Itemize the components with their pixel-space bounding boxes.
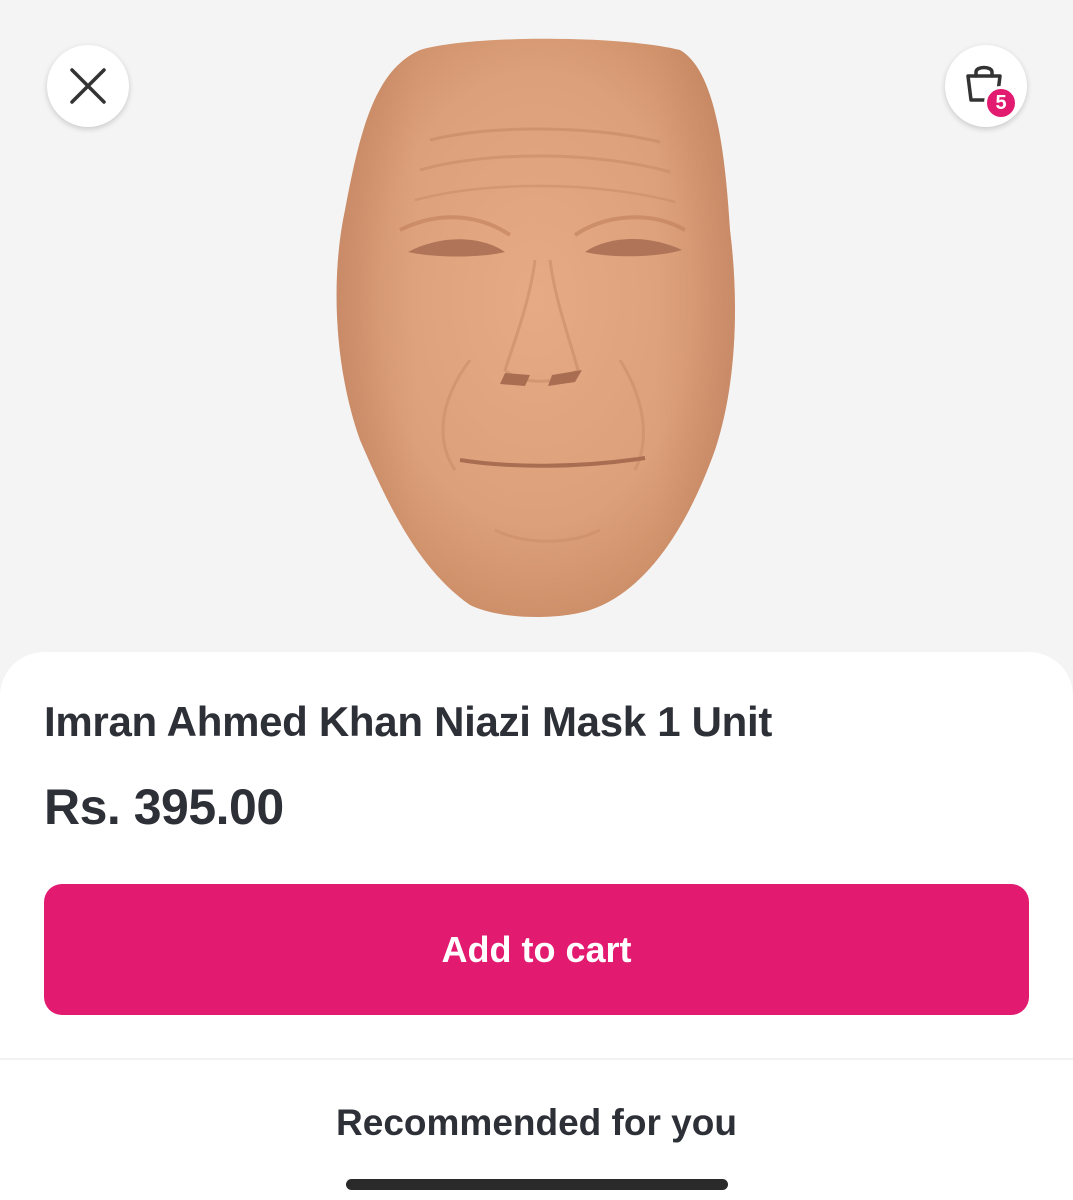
product-image bbox=[336, 38, 735, 617]
product-price: Rs. 395.00 bbox=[44, 779, 284, 835]
section-divider bbox=[0, 1058, 1073, 1060]
cart-button[interactable]: 5 bbox=[945, 45, 1027, 127]
product-image-area: 5 bbox=[0, 0, 1073, 700]
cart-count-badge: 5 bbox=[984, 86, 1018, 120]
recommended-section-title: Recommended for you bbox=[336, 1102, 737, 1143]
close-button[interactable] bbox=[47, 45, 129, 127]
product-title: Imran Ahmed Khan Niazi Mask 1 Unit bbox=[44, 698, 773, 745]
home-indicator[interactable] bbox=[346, 1179, 728, 1190]
add-to-cart-button[interactable]: Add to cart bbox=[44, 884, 1029, 1015]
product-detail-screen: 5 Imran Ahmed Khan Niazi Mask 1 Unit Rs.… bbox=[0, 0, 1073, 1200]
close-icon bbox=[70, 68, 106, 104]
